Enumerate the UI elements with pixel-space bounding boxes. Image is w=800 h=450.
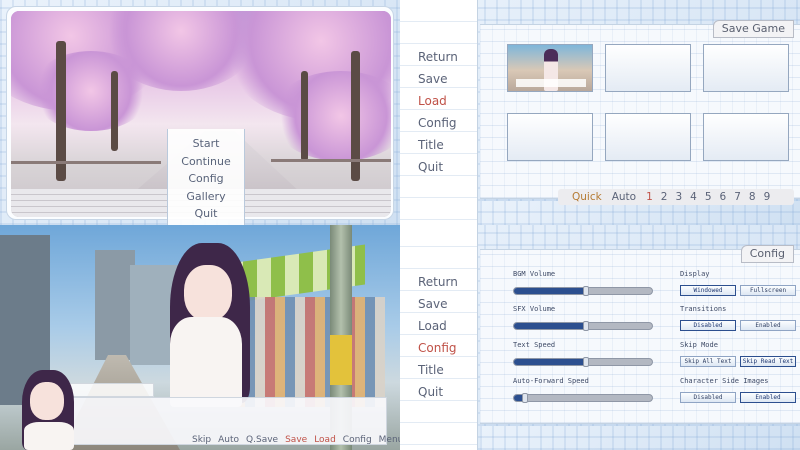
quick-menu: Skip Auto Q.Save Save Load Config Menu — [192, 435, 400, 445]
sfx-volume-label: SFX Volume — [513, 305, 556, 313]
bgm-volume-label: BGM Volume — [513, 270, 556, 278]
page-auto[interactable]: Auto — [612, 191, 636, 203]
config-nav-sidebar: Return Save Load Config Title Quit — [400, 225, 478, 450]
config-panel: BGM Volume SFX Volume Text Speed Auto-Fo… — [480, 249, 800, 424]
main-menu-screen: Start Continue Config Gallery Quit — [0, 0, 400, 225]
skip-read-text-button[interactable]: Skip Read Text — [740, 356, 796, 367]
menu-gallery-button[interactable]: Gallery — [186, 188, 225, 206]
page-title: Save Game — [712, 20, 794, 38]
save-slot-5[interactable] — [605, 113, 691, 161]
page-2[interactable]: 2 — [661, 191, 668, 203]
quick-qsave[interactable]: Q.Save — [246, 435, 278, 445]
page-8[interactable]: 8 — [749, 191, 756, 203]
nav-save[interactable]: Save — [418, 297, 447, 311]
skip-mode-label: Skip Mode — [680, 341, 718, 349]
page-quick[interactable]: Quick — [572, 191, 602, 203]
text-speed-slider[interactable] — [513, 357, 653, 367]
save-nav-sidebar: Return Save Load Config Title Quit — [400, 0, 478, 225]
text-speed-label: Text Speed — [513, 341, 556, 349]
nav-config[interactable]: Config — [418, 341, 457, 355]
page-selector: Quick Auto 1 2 3 4 5 6 7 8 9 — [558, 189, 794, 205]
page-1[interactable]: 1 — [646, 191, 653, 203]
side-images-disabled-button[interactable]: Disabled — [680, 392, 736, 403]
save-game-screen: Return Save Load Config Title Quit Save … — [400, 0, 800, 225]
main-menu: Start Continue Config Gallery Quit — [167, 129, 245, 225]
transitions-enabled-button[interactable]: Enabled — [740, 320, 796, 331]
slider-knob[interactable] — [522, 393, 529, 403]
slider-knob[interactable] — [582, 286, 589, 296]
quick-auto[interactable]: Auto — [218, 435, 239, 445]
page-4[interactable]: 4 — [690, 191, 697, 203]
display-windowed-button[interactable]: Windowed — [680, 285, 736, 296]
page-7[interactable]: 7 — [734, 191, 741, 203]
menu-config-button[interactable]: Config — [188, 170, 223, 188]
bgm-volume-slider[interactable] — [513, 286, 653, 296]
nav-config[interactable]: Config — [418, 116, 457, 130]
save-slot-3[interactable] — [703, 44, 789, 92]
slider-knob[interactable] — [582, 357, 589, 367]
page-3[interactable]: 3 — [675, 191, 682, 203]
nav-load[interactable]: Load — [418, 94, 447, 108]
main-menu-frame: Start Continue Config Gallery Quit — [6, 6, 394, 225]
quick-menu-button[interactable]: Menu — [379, 435, 400, 445]
save-slot-4[interactable] — [507, 113, 593, 161]
menu-continue-button[interactable]: Continue — [181, 153, 230, 171]
side-image-character — [14, 370, 84, 450]
nav-title[interactable]: Title — [418, 363, 444, 377]
nav-title[interactable]: Title — [418, 138, 444, 152]
transitions-label: Transitions — [680, 305, 727, 313]
page-6[interactable]: 6 — [720, 191, 727, 203]
sfx-volume-slider[interactable] — [513, 321, 653, 331]
display-label: Display — [680, 270, 710, 278]
page-5[interactable]: 5 — [705, 191, 712, 203]
skip-all-text-button[interactable]: Skip All Text — [680, 356, 736, 367]
side-images-enabled-button[interactable]: Enabled — [740, 392, 796, 403]
slider-knob[interactable] — [582, 321, 589, 331]
auto-forward-slider[interactable] — [513, 393, 653, 403]
nav-save[interactable]: Save — [418, 72, 447, 86]
side-images-label: Character Side Images — [680, 377, 769, 385]
nav-quit[interactable]: Quit — [418, 385, 443, 399]
in-game-screen: Skip Auto Q.Save Save Load Config Menu — [0, 225, 400, 450]
menu-quit-button[interactable]: Quit — [195, 205, 218, 223]
page-9[interactable]: 9 — [764, 191, 771, 203]
save-slot-2[interactable] — [605, 44, 691, 92]
quick-save[interactable]: Save — [285, 435, 307, 445]
menu-start-button[interactable]: Start — [193, 135, 220, 153]
page-title: Config — [740, 245, 794, 263]
quick-skip[interactable]: Skip — [192, 435, 211, 445]
quick-config[interactable]: Config — [343, 435, 372, 445]
save-thumbnail-textbox — [516, 79, 586, 87]
save-slots-panel — [480, 24, 800, 199]
config-screen: Return Save Load Config Title Quit BGM V… — [400, 225, 800, 450]
save-slot-1[interactable] — [507, 44, 593, 92]
nav-quit[interactable]: Quit — [418, 160, 443, 174]
bottom-band — [480, 426, 800, 450]
transitions-disabled-button[interactable]: Disabled — [680, 320, 736, 331]
nav-load[interactable]: Load — [418, 319, 447, 333]
nav-return[interactable]: Return — [418, 275, 458, 289]
save-slot-6[interactable] — [703, 113, 789, 161]
auto-forward-label: Auto-Forward Speed — [513, 377, 589, 385]
quick-load[interactable]: Load — [314, 435, 336, 445]
nav-return[interactable]: Return — [418, 50, 458, 64]
display-fullscreen-button[interactable]: Fullscreen — [740, 285, 796, 296]
